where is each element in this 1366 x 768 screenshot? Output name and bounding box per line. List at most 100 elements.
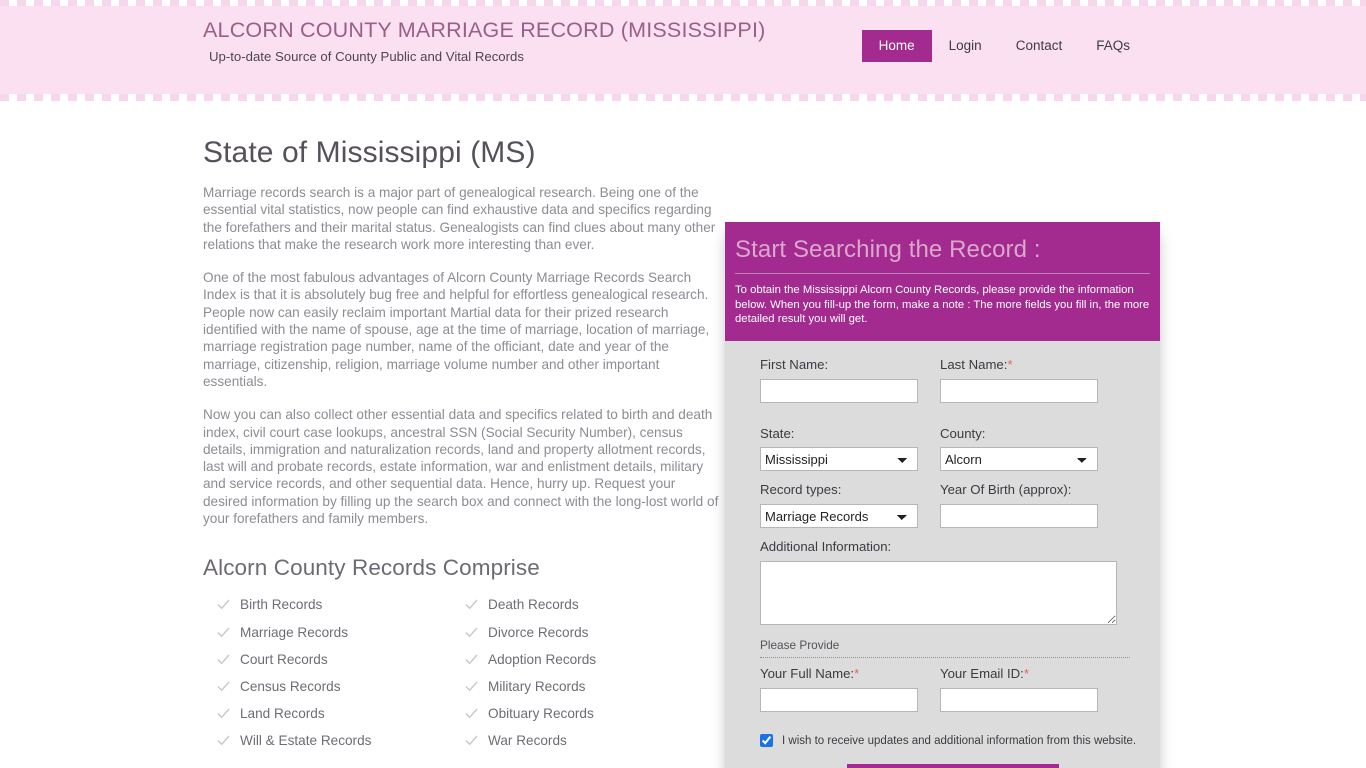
county-label-text: County: [940,425,986,441]
list-item: Land Records [203,706,451,721]
check-icon [465,680,478,693]
list-item: War Records [451,733,699,748]
list-item: Death Records [451,597,699,612]
last-name-label: Last Name:* [940,357,1098,373]
list-item: Divorce Records [451,625,699,640]
nav-item-login[interactable]: Login [932,30,999,62]
content-paragraph-1: Marriage records search is a major part … [203,185,716,252]
list-item-label: Will & Estate Records [240,733,372,749]
record-types-field-group: Record types: Marriage Records [760,482,918,529]
county-field-group: County: Alcorn [940,426,1098,472]
first-name-label: First Name: [760,357,918,373]
state-field-group: State: Mississippi [760,426,918,472]
content-heading: State of Mississippi (MS) [203,136,536,169]
search-form-panel: Start Searching the Record : To obtain t… [725,222,1160,768]
required-asterisk: * [1023,666,1029,682]
check-icon [217,598,230,611]
email-input[interactable] [940,688,1098,712]
record-types-select[interactable]: Marriage Records [760,504,918,529]
full-name-field-group: Your Full Name:* [760,666,918,712]
state-label: State: [760,426,918,442]
contact-field-row: Your Full Name:* Your Email ID:* [760,666,1150,712]
form-title: Start Searching the Record : [735,236,1150,274]
list-item: Census Records [203,679,451,694]
consent-row: I wish to receive updates and additional… [760,734,1150,747]
check-icon [465,734,478,747]
records-list: Birth Records Death Records Marriage Rec… [203,597,719,748]
first-name-field-group: First Name: [760,357,918,403]
full-name-input[interactable] [760,688,918,712]
year-of-birth-field-group: Year Of Birth (approx): [940,482,1098,529]
form-intro-text: To obtain the Mississippi Alcorn County … [735,284,1150,326]
first-name-label-text: First Name: [760,356,829,372]
nav-item-home[interactable]: Home [861,30,932,62]
check-icon [217,653,230,666]
check-icon [217,626,230,639]
site-header: ALCORN COUNTY MARRIAGE RECORD (MISSISSIP… [0,0,1366,101]
list-item-label: Court Records [240,651,328,667]
list-item: Birth Records [203,597,451,612]
nav-item-contact[interactable]: Contact [999,30,1080,62]
check-icon [465,598,478,611]
required-asterisk: * [854,666,860,682]
email-label: Your Email ID:* [940,666,1098,682]
list-item: Will & Estate Records [203,733,451,748]
consent-label: I wish to receive updates and additional… [782,734,1137,747]
list-item-label: Census Records [240,678,341,694]
form-body: First Name: Last Name:* State: Mississip… [725,341,1160,768]
page-subtitle: Up-to-date Source of County Public and V… [209,48,524,64]
first-name-input[interactable] [760,378,918,403]
additional-info-label-text: Additional Information: [760,539,892,555]
check-icon [465,626,478,639]
state-select[interactable]: Mississippi [760,447,918,472]
additional-info-field-group: Additional Information: [760,539,1117,630]
list-item: Military Records [451,679,699,694]
consent-checkbox[interactable] [760,734,773,747]
list-item-label: Military Records [488,678,586,694]
list-item-label: Land Records [240,706,325,722]
list-item-label: Birth Records [240,597,323,613]
record-types-label: Record types: [760,482,918,498]
check-icon [217,734,230,747]
list-item: Marriage Records [203,625,451,640]
list-item: Court Records [203,652,451,667]
nav-item-faqs[interactable]: FAQs [1079,30,1147,62]
search-county-record-button[interactable]: Search County Record [847,764,1059,768]
year-of-birth-input[interactable] [940,504,1098,529]
list-item: Obituary Records [451,706,699,721]
year-of-birth-label-text: Year Of Birth (approx): [940,482,1072,498]
required-asterisk: * [1007,356,1013,372]
main-content: State of Mississippi (MS) Marriage recor… [203,136,719,748]
check-icon [217,680,230,693]
county-select[interactable]: Alcorn [940,447,1098,472]
list-item-label: Obituary Records [488,706,594,722]
year-of-birth-label: Year Of Birth (approx): [940,482,1098,498]
records-heading: Alcorn County Records Comprise [203,555,540,581]
name-field-row: First Name: Last Name:* [760,357,1150,403]
additional-info-label: Additional Information: [760,539,1117,555]
main-navigation: Home Login Contact FAQs [861,30,1147,62]
list-item-label: War Records [488,733,567,749]
content-paragraph-3: Now you can also collect other essential… [203,407,719,527]
record-types-label-text: Record types: [760,482,842,498]
additional-info-textarea[interactable] [760,561,1117,626]
submit-row: Search County Record [760,764,1150,768]
last-name-field-group: Last Name:* [940,357,1098,403]
check-icon [465,707,478,720]
last-name-input[interactable] [940,378,1098,403]
email-field-group: Your Email ID:* [940,666,1098,712]
list-item-label: Marriage Records [240,624,349,640]
full-name-label-text: Your Full Name: [760,666,855,682]
page-title: ALCORN COUNTY MARRIAGE RECORD (MISSISSIP… [203,18,766,42]
county-label: County: [940,426,1098,442]
email-label-text: Your Email ID: [940,666,1024,682]
page-body: State of Mississippi (MS) Marriage recor… [0,94,1366,768]
form-header: Start Searching the Record : To obtain t… [725,222,1160,341]
state-label-text: State: [760,425,795,441]
check-icon [217,707,230,720]
last-name-label-text: Last Name: [940,356,1008,372]
list-item: Adoption Records [451,652,699,667]
please-provide-divider: Please Provide [760,638,1130,659]
list-item-label: Death Records [488,597,579,613]
record-type-field-row: Record types: Marriage Records Year Of B… [760,482,1150,529]
